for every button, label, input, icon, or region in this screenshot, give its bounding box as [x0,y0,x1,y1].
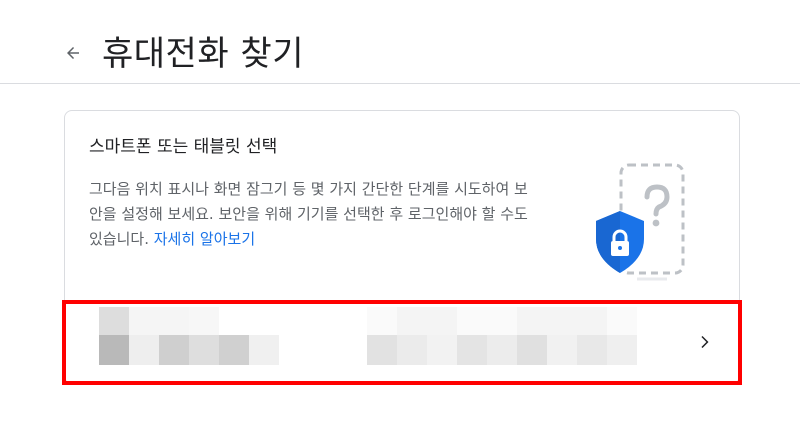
redacted-device-detail [367,307,637,367]
chevron-right-icon [695,333,713,351]
learn-more-link[interactable]: 자세히 알아보기 [154,230,255,248]
redacted-device-name [99,307,279,367]
page-title: 휴대전화 찾기 [102,34,304,74]
page-header: 휴대전화 찾기 [0,0,800,84]
card-description: 그다음 위치 표시나 화면 잠그기 등 몇 가지 간단한 단계를 시도하여 보안… [89,177,535,252]
back-button[interactable] [56,38,90,72]
phone-question-shield-lock-icon [593,163,693,289]
arrow-back-icon [64,44,82,66]
device-select-card: 스마트폰 또는 태블릿 선택 그다음 위치 표시나 화면 잠그기 등 몇 가지 … [64,110,740,384]
device-list-item[interactable] [67,307,737,383]
card-title: 스마트폰 또는 태블릿 선택 [89,137,278,157]
